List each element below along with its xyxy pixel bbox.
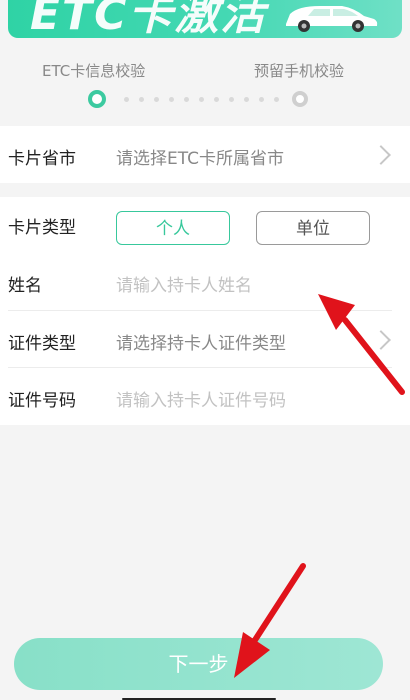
step-inactive-indicator — [292, 91, 308, 107]
name-row: 姓名 请输入持卡人姓名 — [0, 254, 410, 311]
step-label-phone-check: 预留手机校验 — [254, 62, 345, 80]
card-type-personal-button[interactable]: 个人 — [116, 211, 230, 245]
card-type-label: 卡片类型 — [8, 218, 76, 238]
progress-dot — [184, 97, 189, 102]
name-label: 姓名 — [8, 276, 42, 296]
province-card: 卡片省市 请选择ETC卡所属省市 — [0, 126, 410, 183]
progress-dot — [229, 97, 234, 102]
province-label: 卡片省市 — [8, 149, 76, 169]
car-illustration — [286, 6, 378, 32]
chevron-right-icon — [371, 330, 391, 350]
header-banner: ETC卡激活 — [8, 0, 402, 38]
card-type-row: 卡片类型 个人 单位 — [0, 197, 410, 254]
progress-dot — [169, 97, 174, 102]
id-number-label: 证件号码 — [8, 391, 76, 411]
progress-dot — [124, 97, 129, 102]
cardholder-form: 卡片类型 个人 单位 姓名 请输入持卡人姓名 证件类型 请选择持卡人证件类型 证… — [0, 197, 410, 425]
card-type-company-button[interactable]: 单位 — [256, 211, 370, 245]
id-type-label: 证件类型 — [8, 334, 76, 354]
id-number-row: 证件号码 请输入持卡人证件号码 — [0, 368, 410, 425]
progress-dot — [244, 97, 249, 102]
step-progress-track — [86, 90, 316, 110]
chevron-right-icon — [371, 145, 391, 165]
next-step-button[interactable]: 下一步 — [14, 638, 383, 690]
progress-dot — [154, 97, 159, 102]
progress-dot — [139, 97, 144, 102]
id-type-select[interactable]: 请选择持卡人证件类型 — [116, 329, 286, 354]
progress-steps: ETC卡信息校验 预留手机校验 — [0, 52, 410, 122]
progress-dot — [274, 97, 279, 102]
step-active-indicator — [88, 90, 106, 108]
progress-dot — [199, 97, 204, 102]
province-select[interactable]: 请选择ETC卡所属省市 — [116, 144, 284, 169]
id-type-row[interactable]: 证件类型 请选择持卡人证件类型 — [0, 311, 410, 368]
id-number-input[interactable]: 请输入持卡人证件号码 — [116, 386, 286, 411]
progress-dot — [259, 97, 264, 102]
banner-title: ETC卡激活 — [30, 0, 267, 38]
step-label-etc-check: ETC卡信息校验 — [42, 62, 146, 80]
name-input[interactable]: 请输入持卡人姓名 — [116, 271, 252, 296]
province-row[interactable]: 卡片省市 请选择ETC卡所属省市 — [0, 126, 410, 183]
progress-dot — [214, 97, 219, 102]
